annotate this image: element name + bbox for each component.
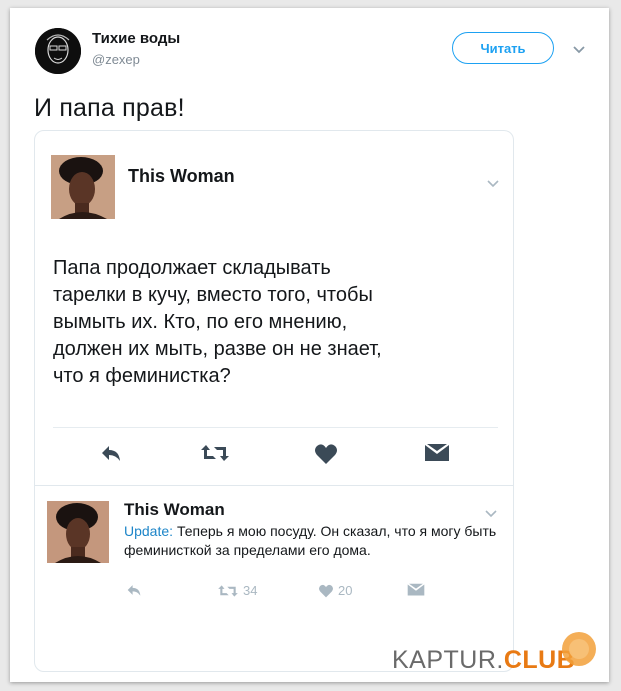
reply-icon [127, 585, 141, 596]
reply-author-avatar[interactable] [47, 501, 109, 563]
person-photo-icon [51, 155, 115, 219]
watermark-text: KAPTUR. [392, 646, 504, 674]
author-handle[interactable]: @zexep [92, 52, 140, 67]
heart-icon [315, 444, 337, 464]
author-avatar[interactable] [35, 28, 81, 74]
like-button[interactable]: 20 [318, 583, 352, 598]
retweet-icon [218, 584, 238, 597]
person-photo-icon [47, 501, 109, 563]
tweet-card: Тихие воды @zexep Читать И папа прав! Th… [10, 8, 609, 682]
watermark-logo-icon [559, 629, 599, 674]
follow-button[interactable]: Читать [452, 32, 554, 64]
author-name[interactable]: Тихие воды [92, 30, 180, 47]
update-link[interactable]: Update: [124, 523, 173, 539]
reply-action-bar: 34 20 [35, 583, 513, 603]
like-count: 20 [338, 583, 353, 598]
heart-icon [319, 584, 333, 597]
retweet-icon [201, 445, 229, 461]
tweet-text: И папа прав! [34, 94, 185, 122]
quoted-author-name[interactable]: This Woman [128, 166, 235, 187]
more-options-button[interactable] [572, 42, 586, 60]
like-button[interactable] [314, 443, 338, 470]
reply-more-button[interactable] [485, 505, 497, 523]
quoted-more-button[interactable] [487, 175, 499, 193]
quoted-tweet[interactable]: This Woman Папа продолжает складывать та… [34, 130, 514, 672]
envelope-icon [407, 583, 425, 596]
reply-icon [102, 446, 120, 461]
chevron-down-icon [573, 46, 585, 54]
reply-text: Update: Теперь я мою посуду. Он сказал, … [124, 522, 504, 560]
quoted-action-bar [35, 443, 513, 473]
reply-text-body: Теперь я мою посуду. Он сказал, что я мо… [124, 523, 497, 558]
quoted-author-avatar[interactable] [51, 155, 115, 219]
chevron-down-icon [487, 180, 499, 188]
direct-message-button[interactable] [424, 443, 450, 468]
divider [53, 427, 498, 428]
chevron-down-icon [485, 510, 497, 518]
quoted-tweet-text: Папа продолжает складывать тарелки в куч… [53, 257, 382, 387]
reply-author-name[interactable]: This Woman [124, 500, 225, 520]
retweet-button[interactable] [200, 443, 230, 468]
reply-button[interactable] [99, 443, 123, 468]
site-watermark: KAPTUR.CLUB [392, 646, 575, 675]
envelope-icon [425, 444, 449, 461]
avatar-face-icon [35, 28, 81, 74]
retweet-count: 34 [243, 583, 258, 598]
divider [35, 485, 513, 486]
direct-message-button[interactable] [407, 583, 425, 597]
retweet-button[interactable]: 34 [217, 583, 257, 598]
reply-button[interactable] [125, 583, 143, 597]
